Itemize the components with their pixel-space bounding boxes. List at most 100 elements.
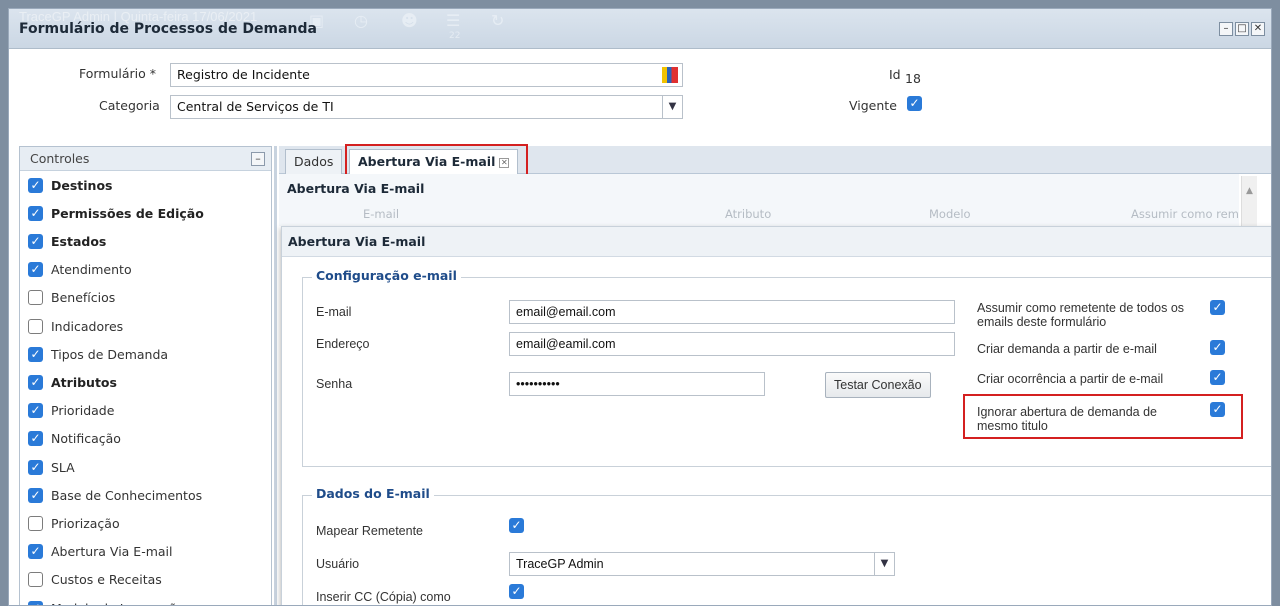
maximize-icon[interactable]: □ [1235,22,1249,36]
controle-checkbox[interactable]: ✓ [28,262,43,278]
close-icon[interactable]: ✕ [1251,22,1265,36]
controle-label: Modelo de Impressão [51,601,184,606]
controle-label: SLA [51,459,75,475]
controle-item[interactable]: ✓ Prioridade [28,401,114,421]
usuario-select[interactable]: TraceGP Admin ▼ [509,552,895,576]
controle-label: Atributos [51,374,117,390]
controle-checkbox[interactable]: ✓ [28,205,43,221]
grid-header: E-mail Atributo Modelo Assumir como rem [279,204,1239,226]
controle-checkbox[interactable] [28,515,43,531]
dados-email-fieldset: Dados do E-mail Mapear Remetente ✓ Usuár… [302,486,1271,605]
controle-item[interactable]: ✓ Base de Conhecimentos [28,485,202,505]
controle-label: Tipos de Demanda [51,346,169,362]
option-criar-demanda-checkbox[interactable]: ✓ [1210,340,1225,355]
controle-item[interactable]: ✓ Permissões de Edição [28,203,204,223]
categoria-select[interactable]: Central de Serviços de TI ▼ [170,95,683,119]
email-label: E-mail [316,305,352,319]
controle-label: Indicadores [51,318,124,334]
controle-item[interactable]: ✓ Notificação [28,429,121,449]
controle-item[interactable]: ✓ Estados [28,231,106,251]
highlight-box-tab [345,144,528,177]
option-assumir-label: Assumir como remetente de todos os email… [977,301,1185,329]
controle-checkbox[interactable]: ✓ [28,177,43,193]
chevron-down-icon[interactable]: ▼ [874,553,894,575]
usuario-label: Usuário [316,557,360,571]
controle-checkbox[interactable]: ✓ [28,233,43,249]
dados-email-legend: Dados do E-mail [312,486,434,501]
content-panel: Dados Abertura Via E-mail ✕ Abertura Via … [279,144,1271,605]
controle-checkbox[interactable]: ✓ [28,346,43,362]
controle-checkbox[interactable]: ✓ [28,374,43,390]
scroll-up-icon[interactable]: ▲ [1242,186,1257,196]
controle-checkbox[interactable] [28,572,43,588]
controle-checkbox[interactable] [28,318,43,334]
testar-conexao-button[interactable]: Testar Conexão [825,372,931,398]
formulario-field[interactable]: Registro de Incidente [170,63,683,87]
controle-label: Destinos [51,177,113,193]
highlight-box-ignorar [963,394,1243,439]
controle-label: Permissões de Edição [51,205,204,221]
option-criar-ocorrencia-checkbox[interactable]: ✓ [1210,370,1225,385]
email-input[interactable]: email@email.com [509,300,955,324]
tab-dados[interactable]: Dados [285,149,343,174]
controle-checkbox[interactable]: ✓ [28,544,43,560]
splitter[interactable] [274,146,277,605]
grid-col-assumir: Assumir como rem [1131,207,1239,221]
id-label: Id [889,67,901,82]
controle-label: Benefícios [51,290,116,306]
controle-item[interactable]: Benefícios [28,288,115,308]
collapse-icon[interactable]: – [251,152,265,166]
controle-label: Notificação [51,431,121,447]
senha-input[interactable]: •••••••••• [509,372,765,396]
controle-item[interactable]: ✓ Modelo de Impressão [28,598,184,606]
window-title: Formulário de Processos de Demanda [19,21,317,37]
controle-item[interactable]: ✓ SLA [28,457,75,477]
panel-title: Abertura Via E-mail [279,174,1239,204]
translate-icon[interactable] [662,67,678,83]
ghost-people-icon: ☻ [401,11,418,30]
controle-item[interactable]: Custos e Receitas [28,570,162,590]
ghost-refresh-icon: ↻ [491,11,505,30]
usuario-value: TraceGP Admin [516,557,604,571]
endereco-input[interactable]: email@eamil.com [509,332,955,356]
controles-panel: Controles – ✓ Destinos ✓ Permissões de Ediç… [19,146,272,606]
controle-label: Estados [51,233,107,249]
controle-checkbox[interactable]: ✓ [28,403,43,419]
controle-item[interactable]: Priorização [28,513,120,533]
endereco-label: Endereço [316,337,370,351]
controle-checkbox[interactable]: ✓ [28,459,43,475]
controle-item[interactable]: Indicadores [28,316,123,336]
grid-col-email: E-mail [363,207,400,221]
controle-item[interactable]: ✓ Tipos de Demanda [28,344,168,364]
categoria-value: Central de Serviços de TI [177,99,334,114]
option-assumir-checkbox[interactable]: ✓ [1210,300,1225,315]
form-window: TraceGP Admin | Quinta-feira 17/06/2021 … [8,8,1272,606]
mapear-remetente-label: Mapear Remetente [316,524,424,538]
controle-checkbox[interactable]: ✓ [28,600,43,605]
grid-col-modelo: Modelo [929,207,971,221]
formulario-label: Formulário * [79,66,157,81]
controle-item[interactable]: ✓ Destinos [28,175,112,195]
chevron-down-icon[interactable]: ▼ [662,96,682,118]
controles-title: Controles [30,151,90,166]
config-email-fieldset: Configuração e-mail E-mail email@email.c… [302,268,1271,467]
tab-dados-label: Dados [294,154,334,169]
controle-checkbox[interactable]: ✓ [28,487,43,503]
minimize-icon[interactable]: – [1219,22,1233,36]
option-criar-ocorrencia-label: Criar ocorrência a partir de e-mail [977,372,1164,386]
controle-item[interactable]: ✓ Atendimento [28,260,132,280]
controles-header: Controles – [20,147,271,171]
inserir-cc-checkbox[interactable]: ✓ [509,584,524,599]
inserir-cc-label: Inserir CC (Cópia) como Interessados [316,590,451,605]
ghost-list-icon: ☰ [446,11,461,30]
categoria-label: Categoria [99,98,160,113]
controle-checkbox[interactable] [28,290,43,306]
controle-checkbox[interactable]: ✓ [28,431,43,447]
email-value: email@email.com [516,305,616,319]
controle-label: Base de Conhecimentos [51,487,203,503]
vigente-checkbox[interactable]: ✓ [907,96,922,111]
controle-item[interactable]: ✓ Abertura Via E-mail [28,542,172,562]
mapear-remetente-checkbox[interactable]: ✓ [509,518,524,533]
controle-item[interactable]: ✓ Atributos [28,372,117,392]
controle-label: Prioridade [51,403,115,419]
